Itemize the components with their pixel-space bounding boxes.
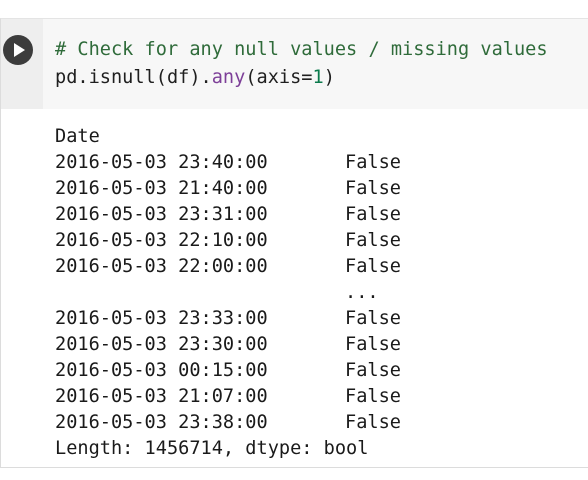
code-args-open: (axis= (245, 67, 313, 88)
output-row-date: 2016-05-03 23:31:00 (55, 204, 268, 225)
output-row-date: 2016-05-03 23:40:00 (55, 152, 268, 173)
output-index-name: Date (55, 126, 100, 147)
output-row-date: 2016-05-03 22:00:00 (55, 256, 268, 277)
output-row-date: 2016-05-03 22:10:00 (55, 230, 268, 251)
cell-output: Date 2016-05-03 23:40:00 False 2016-05-03 2… (55, 124, 401, 462)
code-axis-number: 1 (312, 67, 324, 88)
code-call-prefix: pd.isnull(df). (55, 67, 212, 88)
output-row-value: False (345, 230, 401, 251)
output-row: 2016-05-03 22:10:00 False (55, 228, 401, 254)
output-row-value: ... (345, 282, 379, 303)
output-row: 2016-05-03 22:00:00 False (55, 254, 401, 280)
output-row-date: 2016-05-03 23:33:00 (55, 308, 268, 329)
output-row-value: False (345, 204, 401, 225)
output-row-date: 2016-05-03 00:15:00 (55, 360, 268, 381)
output-row: 2016-05-03 23:40:00 False (55, 150, 401, 176)
output-row: 2016-05-03 21:40:00 False (55, 176, 401, 202)
cell-output-area: Date 2016-05-03 23:40:00 False 2016-05-03 2… (1, 109, 588, 467)
code-method-any: any (211, 67, 246, 88)
output-row-value: False (345, 334, 401, 355)
code-args-close: ) (323, 67, 335, 88)
output-row: 2016-05-03 21:07:00 False (55, 384, 401, 410)
output-row-value: False (345, 360, 401, 381)
output-row-date: 2016-05-03 23:38:00 (55, 412, 268, 433)
output-row-date: 2016-05-03 21:07:00 (55, 386, 268, 407)
output-row: 2016-05-03 23:31:00 False (55, 202, 401, 228)
cell-input-area[interactable]: # Check for any null values / missing va… (1, 19, 588, 109)
output-row-value: False (345, 152, 401, 173)
code-comment: # Check for any null values / missing va… (55, 39, 548, 60)
output-row-value: False (345, 308, 401, 329)
output-row: 2016-05-03 00:15:00 False (55, 358, 401, 384)
output-row-date: 2016-05-03 23:30:00 (55, 334, 268, 355)
output-row-value: False (345, 386, 401, 407)
output-footer: Length: 1456714, dtype: bool (55, 438, 369, 459)
output-row: 2016-05-03 23:33:00 False (55, 306, 401, 332)
code-editor[interactable]: # Check for any null values / missing va… (55, 36, 548, 92)
code-cell[interactable]: # Check for any null values / missing va… (0, 18, 588, 468)
output-row-value: False (345, 178, 401, 199)
output-row-value: False (345, 256, 401, 277)
output-rows: 2016-05-03 23:40:00 False 2016-05-03 21:40… (55, 150, 401, 436)
output-row: 2016-05-03 23:30:00 False (55, 332, 401, 358)
output-row-date: 2016-05-03 21:40:00 (55, 178, 268, 199)
play-icon (14, 43, 25, 57)
output-row-value: False (345, 412, 401, 433)
output-row: 2016-05-03 23:38:00 False (55, 410, 401, 436)
output-row: ... (55, 280, 401, 306)
run-cell-button[interactable] (3, 35, 33, 65)
cell-gutter (1, 19, 43, 109)
